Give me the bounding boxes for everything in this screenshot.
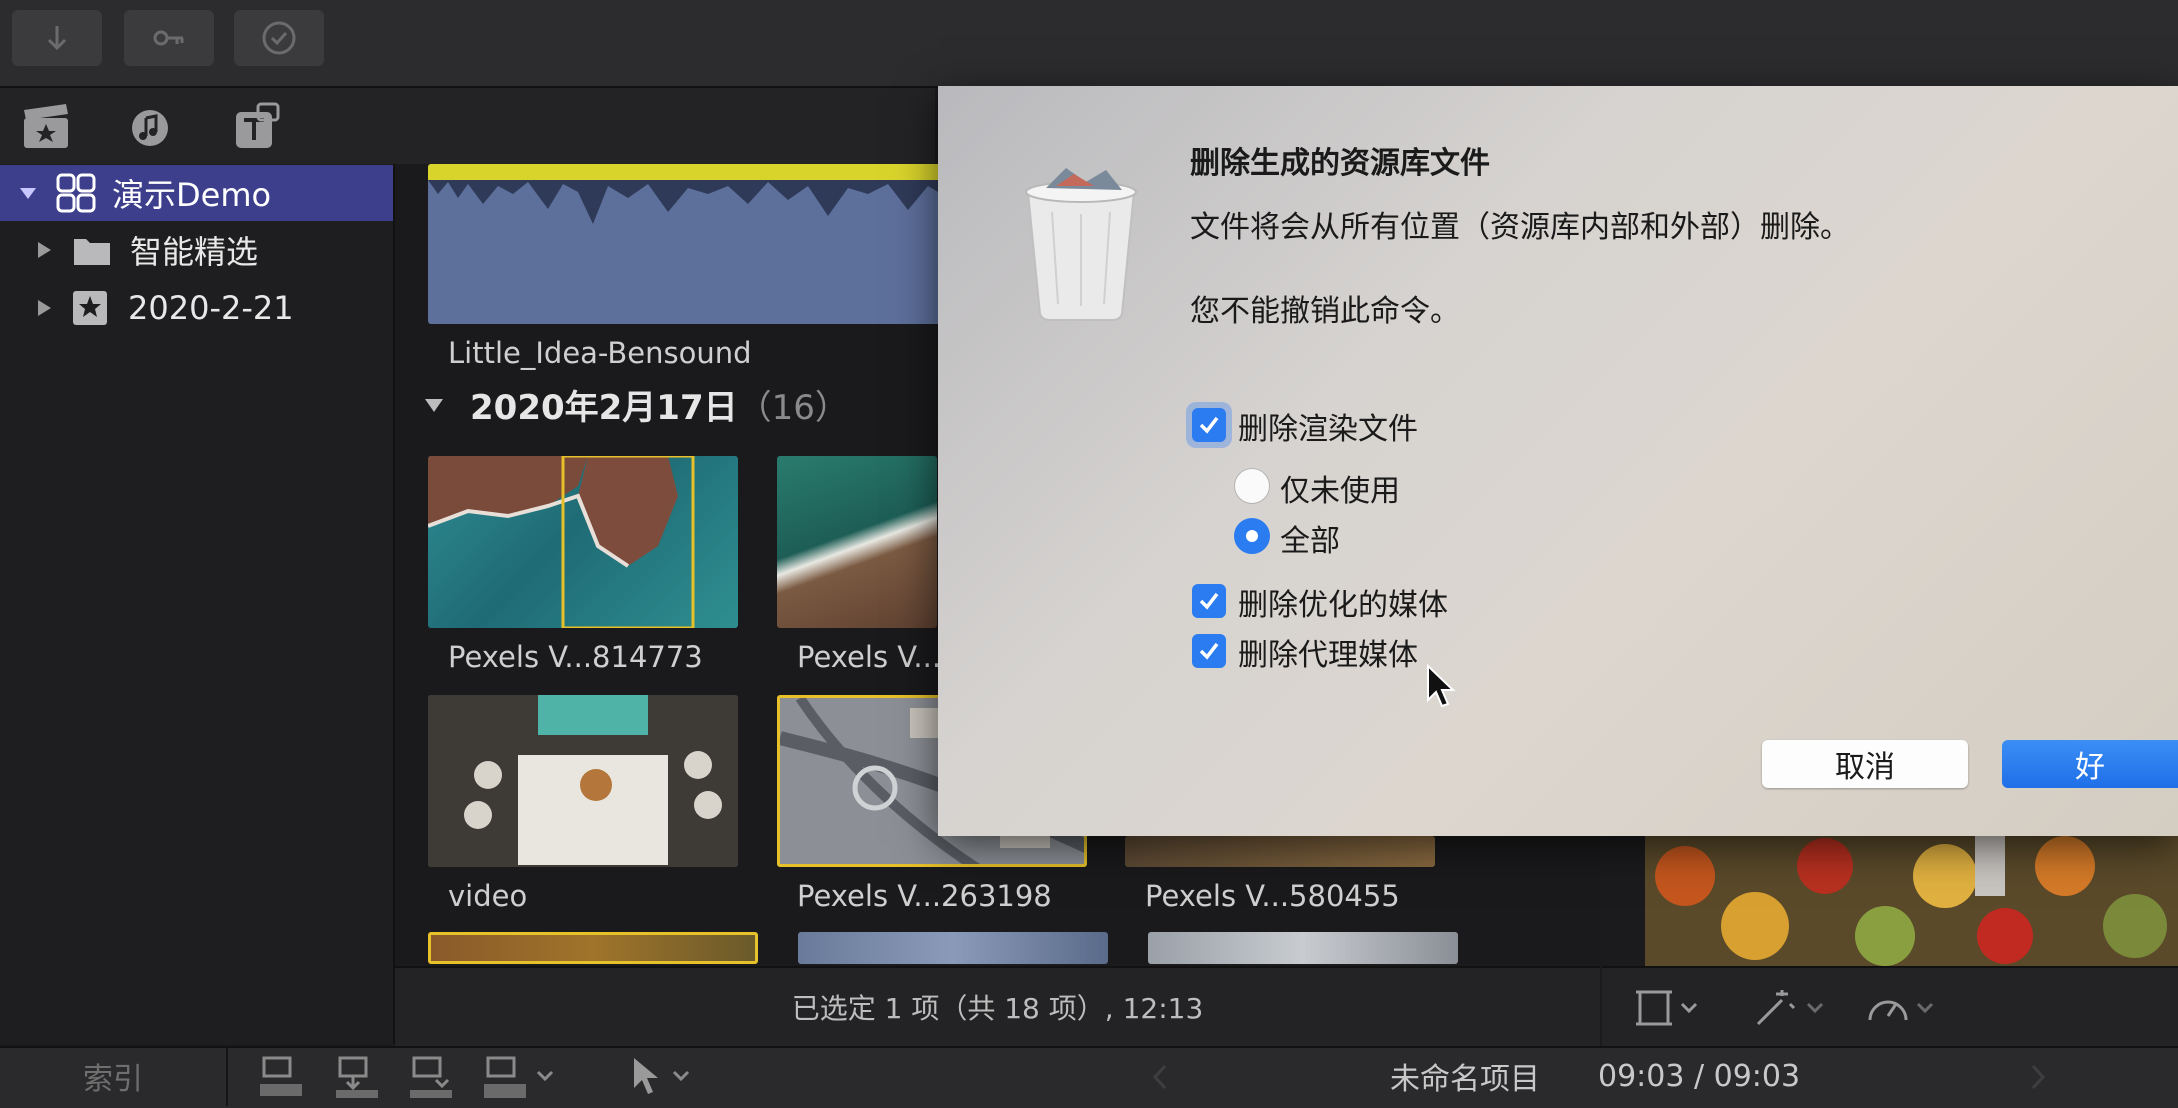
connect-clip-icon[interactable] [256,1054,306,1100]
sidebar-item-smart-collections[interactable]: 智能精选 [0,222,393,278]
clip-label: Pexels V...263198 [797,879,1052,913]
sidebar-item-label: 智能精选 [130,233,259,271]
date-count: （16） [737,388,849,428]
coast-image [428,456,695,628]
radio-all[interactable] [1234,518,1270,554]
titles-icon[interactable] [228,98,284,154]
clip-thumbnail-selected[interactable] [428,932,758,964]
pool-table-image [428,695,738,867]
select-tool-arrow-icon[interactable] [626,1054,706,1100]
clip-thumbnail[interactable] [1148,932,1458,964]
transform-crop-icon[interactable] [1632,988,1702,1028]
project-name: 未命名项目 [1390,1062,1540,1097]
cancel-button[interactable]: 取消 [1762,740,1968,788]
music-camera-icon[interactable] [122,98,178,154]
radio-all-label[interactable]: 全部 [1280,516,1340,560]
import-button[interactable] [12,10,102,66]
disclosure-triangle-down-icon[interactable] [18,183,38,203]
keyword-button[interactable] [124,10,214,66]
disclosure-triangle-right-icon[interactable] [34,240,54,260]
insert-clip-icon[interactable] [332,1054,382,1100]
clip-label: Pexels V...814773 [448,640,703,674]
overwrite-clip-icon[interactable] [480,1054,560,1100]
download-arrow-icon [47,26,67,51]
browser-status-bar: 已选定 1 项（共 18 项）, 12:13 [395,966,1600,1046]
viewer-toolbar [1602,966,2178,1046]
delete-proxy-media-checkbox[interactable] [1192,634,1226,668]
key-icon [153,30,184,46]
delete-optimized-media-checkbox[interactable] [1192,584,1226,618]
sidebar-item-label: 演示Demo [112,176,272,214]
delete-proxy-media-label[interactable]: 删除代理媒体 [1238,630,1418,674]
dialog-warning: 您不能撤销此命令。 [1190,294,1460,329]
magic-wand-icon[interactable] [1752,986,1832,1030]
delete-optimized-media-label[interactable]: 删除优化的媒体 [1238,580,1448,624]
index-button[interactable]: 索引 [0,1046,228,1106]
checkmark-icon [1199,416,1219,434]
folder-icon [74,239,110,265]
timeline-toolbar [0,1046,2178,1108]
disclosure-triangle-right-icon[interactable] [34,298,54,318]
clapper-star-icon[interactable] [18,98,74,154]
append-clip-icon[interactable] [406,1054,456,1100]
checkmark-icon [1199,592,1219,610]
sidebar-item-demo-library[interactable]: 演示Demo [0,165,393,221]
library-icon [56,173,96,213]
top-toolbar [0,0,2178,88]
autumn-forest-image [1645,836,2178,966]
sidebar-item-event-2020-2-21[interactable]: 2020-2-21 [0,280,393,336]
delete-render-files-label[interactable]: 删除渲染文件 [1238,404,1418,448]
selection-status-text: 已选定 1 项（共 18 项）, 12:13 [791,992,1204,1025]
dialog-message: 文件将会从所有位置（资源库内部和外部）删除。 [1190,210,1850,245]
delete-render-files-checkbox[interactable] [1192,408,1226,442]
event-date-header: 2020年2月17日（16） [470,380,849,429]
clip-thumbnail[interactable] [777,456,937,628]
clip-thumbnail[interactable] [428,695,738,867]
sidebar-item-label: 2020-2-21 [128,289,294,327]
disclosure-triangle-down-icon[interactable] [423,394,445,416]
clip-label: Pexels V... [797,640,942,674]
mouse-cursor-icon [1427,664,1456,708]
clip-thumbnail[interactable] [428,456,738,628]
checkmark-icon [1199,642,1219,660]
date-label: 2020年2月17日 [470,388,738,428]
star-event-icon [73,291,107,325]
clip-label: video [448,879,528,913]
trash-icon [1025,168,1137,321]
background-tasks-button[interactable] [234,10,324,66]
ok-button[interactable]: 好 [2002,740,2178,788]
dialog-title: 删除生成的资源库文件 [1190,146,1490,181]
delete-generated-files-dialog: 删除生成的资源库文件 文件将会从所有位置（资源库内部和外部）删除。 您不能撤销此… [938,86,2178,836]
viewer-image [1645,836,2178,966]
speedometer-icon[interactable] [1864,986,1944,1030]
checkmark-circle-icon [262,21,296,55]
chevron-right-icon[interactable] [2028,1062,2048,1092]
clip-label: Little_Idea-Bensound [448,336,752,370]
radio-unused-only-label[interactable]: 仅未使用 [1280,466,1400,510]
clip-thumbnail[interactable] [798,932,1108,964]
timecode-display: 09:03 / 09:03 [1598,1058,1801,1094]
chevron-left-icon[interactable] [1150,1062,1170,1092]
clip-label: Pexels V...580455 [1145,879,1400,913]
clip-thumbnail[interactable] [1125,836,1435,867]
radio-unused-only[interactable] [1234,468,1270,504]
